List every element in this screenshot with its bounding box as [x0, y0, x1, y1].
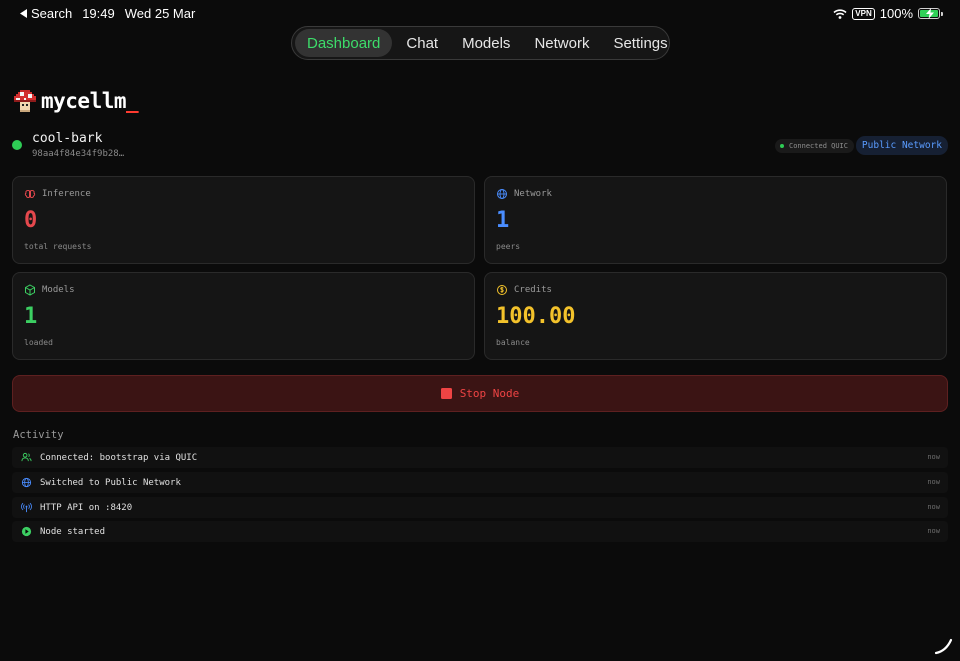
title-cursor: _ — [126, 89, 139, 113]
inference-card: Inference 0 total requests — [12, 176, 475, 264]
inference-value: 0 — [24, 208, 38, 233]
corner-resize-indicator-icon — [934, 638, 953, 655]
mushroom-logo-icon — [14, 90, 36, 112]
network-sub: peers — [496, 242, 521, 251]
tab-chat[interactable]: Chat — [396, 29, 448, 57]
node-name: cool-bark — [32, 131, 103, 146]
activity-time: now — [927, 477, 940, 486]
node-id: 98aa4f84e34f9b28… — [32, 149, 125, 159]
app-title: mycellm_ — [41, 89, 139, 113]
globe-icon — [497, 189, 507, 199]
back-to-search-link[interactable]: Search — [20, 6, 72, 21]
back-triangle-icon — [20, 9, 27, 18]
list-item: Node started now — [12, 521, 948, 543]
inference-sub: total requests — [24, 242, 92, 251]
globe-icon — [21, 477, 32, 487]
credits-value: 100.00 — [496, 304, 576, 329]
node-info: cool-bark 98aa4f84e34f9b28… Connected QU… — [12, 130, 948, 162]
broadcast-icon — [21, 502, 32, 512]
app-title-text: mycellm — [41, 89, 127, 113]
list-item: HTTP API on :8420 now — [12, 496, 948, 518]
tab-dashboard[interactable]: Dashboard — [295, 29, 393, 57]
activity-heading: Activity — [13, 429, 64, 441]
back-label: Search — [31, 6, 73, 21]
models-label: Models — [42, 285, 75, 295]
inference-label: Inference — [42, 189, 91, 199]
list-item: Switched to Public Network now — [12, 471, 948, 493]
activity-time: now — [927, 527, 940, 536]
models-value: 1 — [24, 304, 38, 329]
cube-icon — [25, 284, 35, 296]
credits-label: Credits — [514, 285, 552, 295]
network-label: Network — [514, 189, 552, 199]
activity-text: Switched to Public Network — [40, 477, 181, 488]
battery-icon — [918, 8, 943, 19]
activity-text: HTTP API on :8420 — [40, 502, 133, 513]
credits-card: Credits 100.00 balance — [484, 272, 947, 360]
network-card: Network 1 peers — [484, 176, 947, 264]
node-status-dot — [12, 140, 22, 150]
activity-list: Connected: bootstrap via QUIC now Switch… — [12, 447, 948, 546]
network-value: 1 — [496, 208, 510, 233]
main-tab-bar: Dashboard Chat Models Network Settings — [291, 26, 670, 60]
stop-node-button[interactable]: Stop Node — [12, 375, 948, 412]
models-sub: loaded — [24, 338, 53, 347]
app-header: mycellm_ — [14, 89, 139, 113]
activity-time: now — [927, 502, 940, 511]
wifi-icon — [833, 8, 847, 19]
peers-icon — [21, 452, 32, 462]
tab-models[interactable]: Models — [452, 29, 520, 57]
status-bar: Search 19:49 Wed 25 Mar VPN 100% — [0, 0, 960, 24]
coin-icon — [497, 285, 507, 295]
connection-status-badge: Connected QUIC — [774, 139, 854, 153]
status-date: Wed 25 Mar — [124, 6, 196, 21]
tab-network[interactable]: Network — [524, 29, 599, 57]
vpn-badge: VPN — [852, 7, 875, 20]
status-time: 19:49 — [82, 6, 115, 21]
activity-text: Connected: bootstrap via QUIC — [40, 453, 198, 463]
brain-icon — [24, 189, 36, 199]
activity-time: now — [927, 453, 940, 461]
activity-text: Node started — [40, 527, 106, 538]
stop-icon — [440, 388, 452, 399]
models-card: Models 1 loaded — [12, 272, 475, 360]
tab-settings[interactable]: Settings — [603, 29, 677, 57]
stop-node-label: Stop Node — [459, 387, 520, 400]
play-circle-icon — [21, 527, 32, 537]
battery-percent: 100% — [879, 6, 913, 21]
list-item: Connected: bootstrap via QUIC now — [12, 447, 948, 468]
network-mode-badge[interactable]: Public Network — [855, 136, 948, 155]
credits-sub: balance — [496, 338, 530, 347]
